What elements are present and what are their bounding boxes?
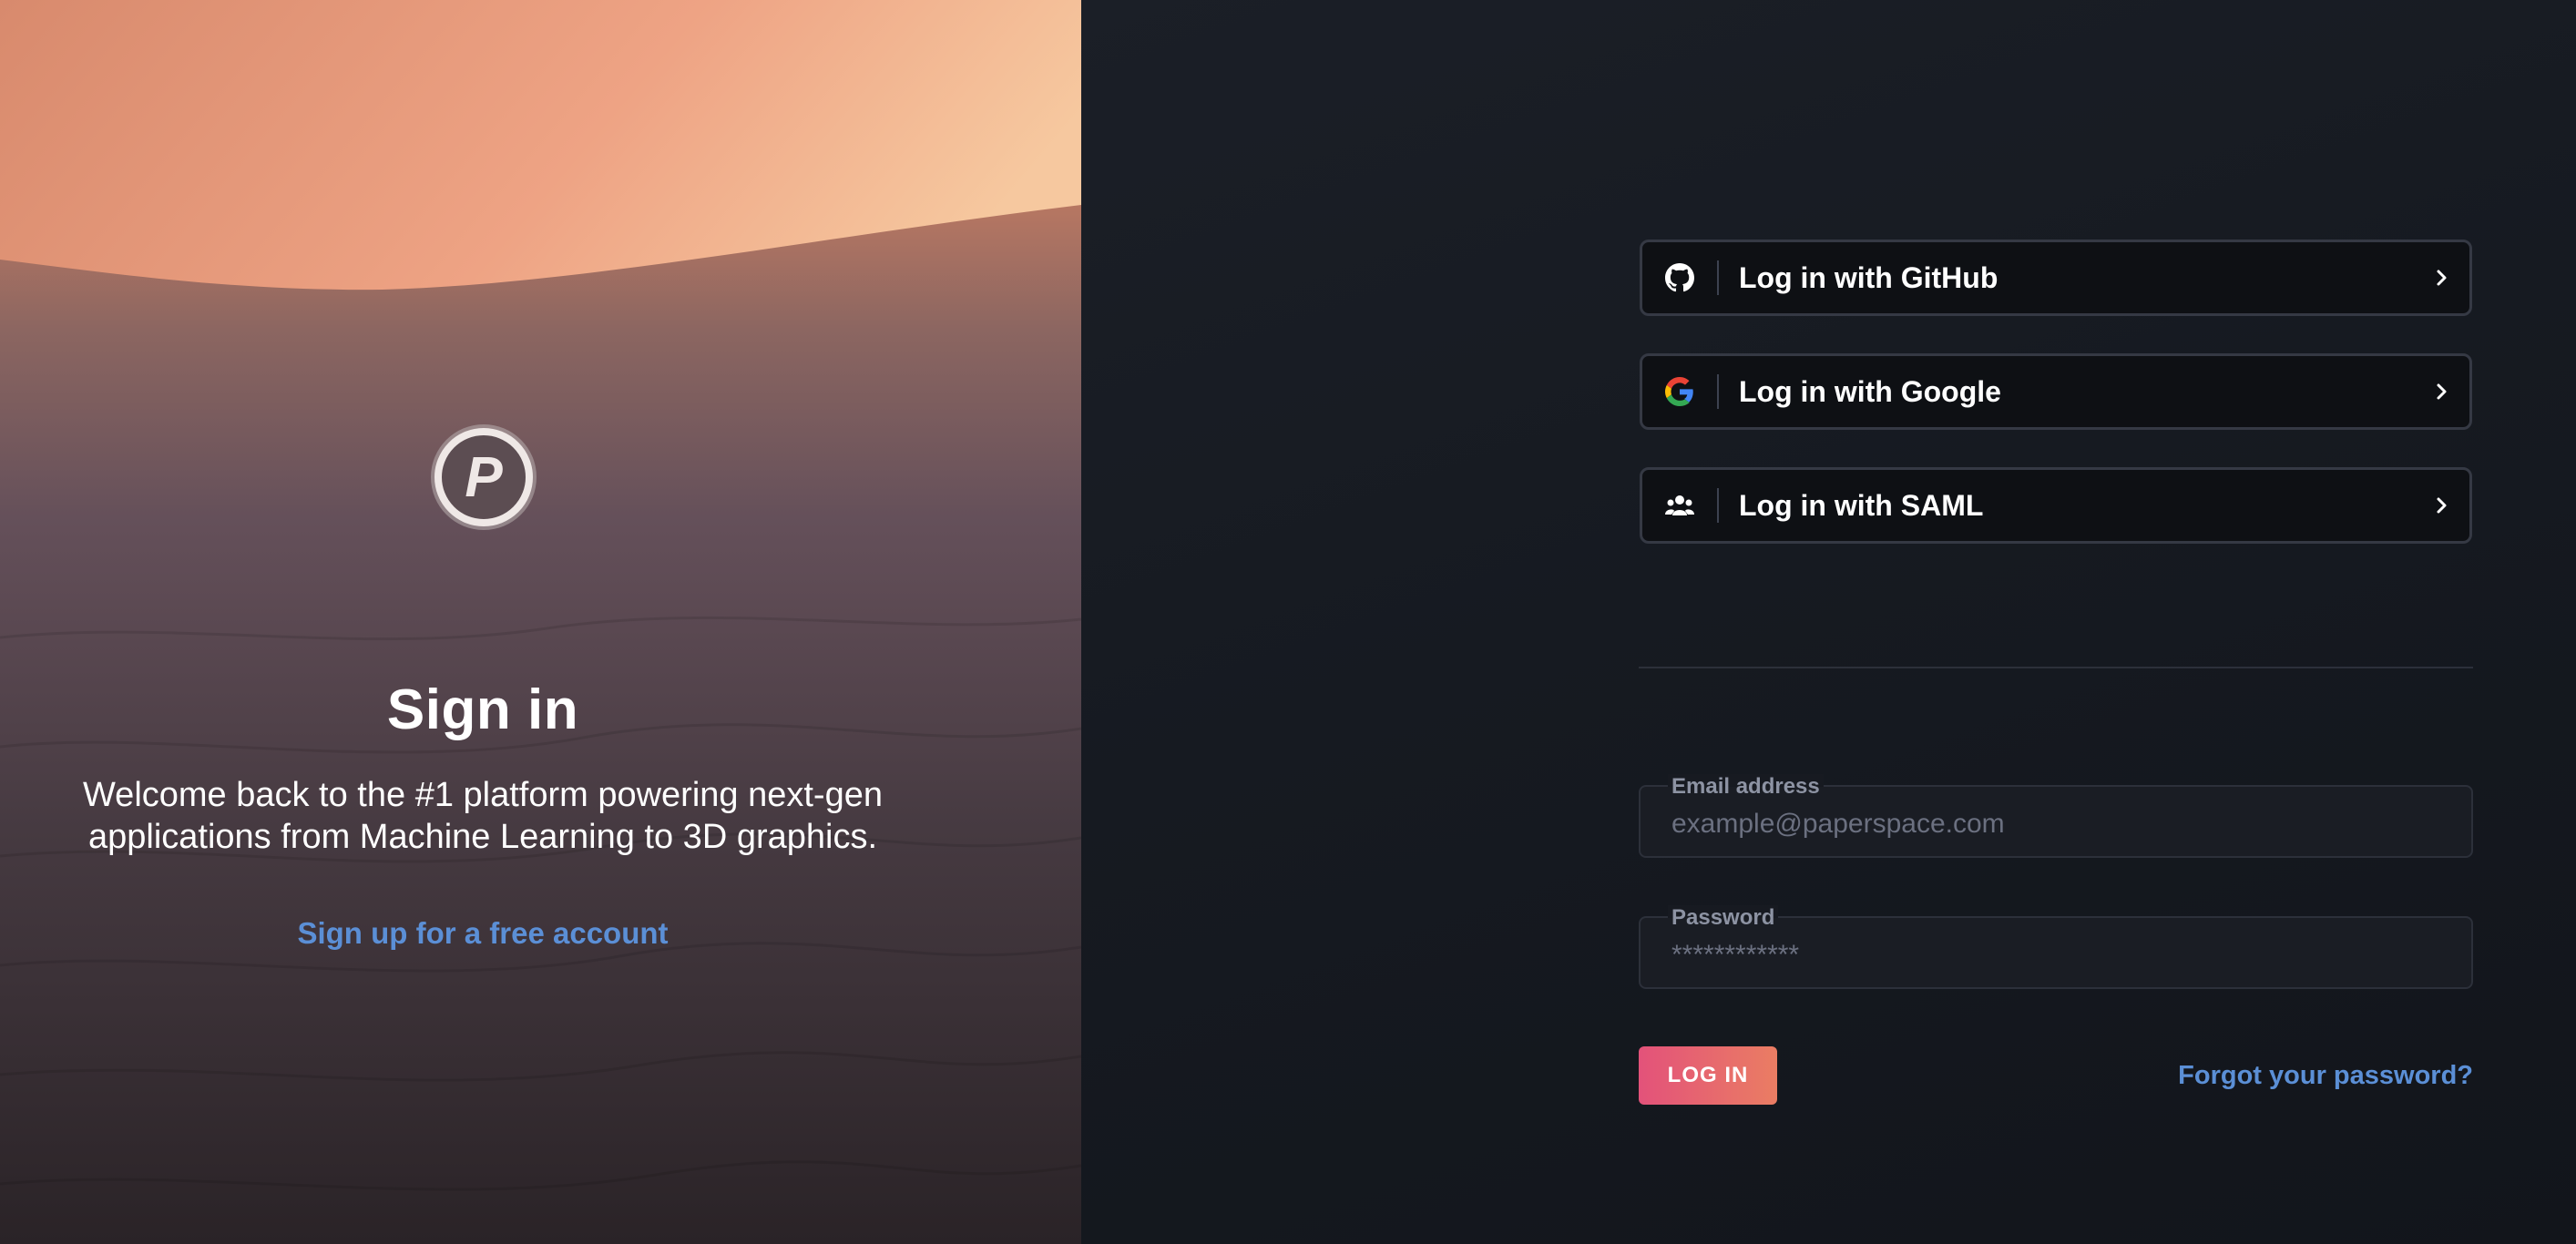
login-panel: Log in with GitHub Log in with Google Lo… — [1081, 0, 2576, 1244]
hero-panel: P Sign in Welcome back to the #1 platfor… — [0, 0, 1081, 1244]
welcome-subtitle: Welcome back to the #1 platform powering… — [83, 776, 883, 856]
section-divider — [1639, 667, 2473, 668]
password-input[interactable] — [1670, 936, 2438, 974]
button-divider — [1717, 374, 1719, 409]
button-divider — [1717, 488, 1719, 523]
desert-background-image — [0, 0, 1081, 1244]
logo-letter: P — [465, 446, 503, 509]
chevron-right-icon — [2415, 269, 2469, 287]
password-label: Password — [1668, 905, 1779, 931]
button-divider — [1717, 260, 1719, 295]
saml-users-icon — [1642, 470, 1717, 541]
chevron-right-icon — [2415, 382, 2469, 401]
forgot-password-link[interactable]: Forgot your password? — [2178, 1061, 2473, 1091]
page-title: Sign in — [386, 678, 579, 741]
email-field: Email address — [1639, 774, 2473, 858]
signup-link[interactable]: Sign up for a free account — [0, 916, 966, 951]
google-login-label: Log in with Google — [1739, 374, 2001, 408]
login-button[interactable]: LOG IN — [1639, 1046, 1777, 1105]
email-input[interactable] — [1670, 805, 2438, 843]
email-label: Email address — [1668, 774, 1824, 800]
google-login-button[interactable]: Log in with Google — [1640, 353, 2472, 430]
saml-login-button[interactable]: Log in with SAML — [1640, 467, 2472, 544]
github-icon — [1642, 242, 1717, 313]
chevron-right-icon — [2415, 496, 2469, 515]
github-login-button[interactable]: Log in with GitHub — [1640, 240, 2472, 316]
paperspace-logo-icon: P — [431, 424, 537, 530]
password-field: Password — [1639, 905, 2473, 989]
saml-login-label: Log in with SAML — [1739, 488, 1984, 522]
login-page: P Sign in Welcome back to the #1 platfor… — [0, 0, 2576, 1244]
google-icon — [1642, 356, 1717, 427]
github-login-label: Log in with GitHub — [1739, 260, 1998, 294]
